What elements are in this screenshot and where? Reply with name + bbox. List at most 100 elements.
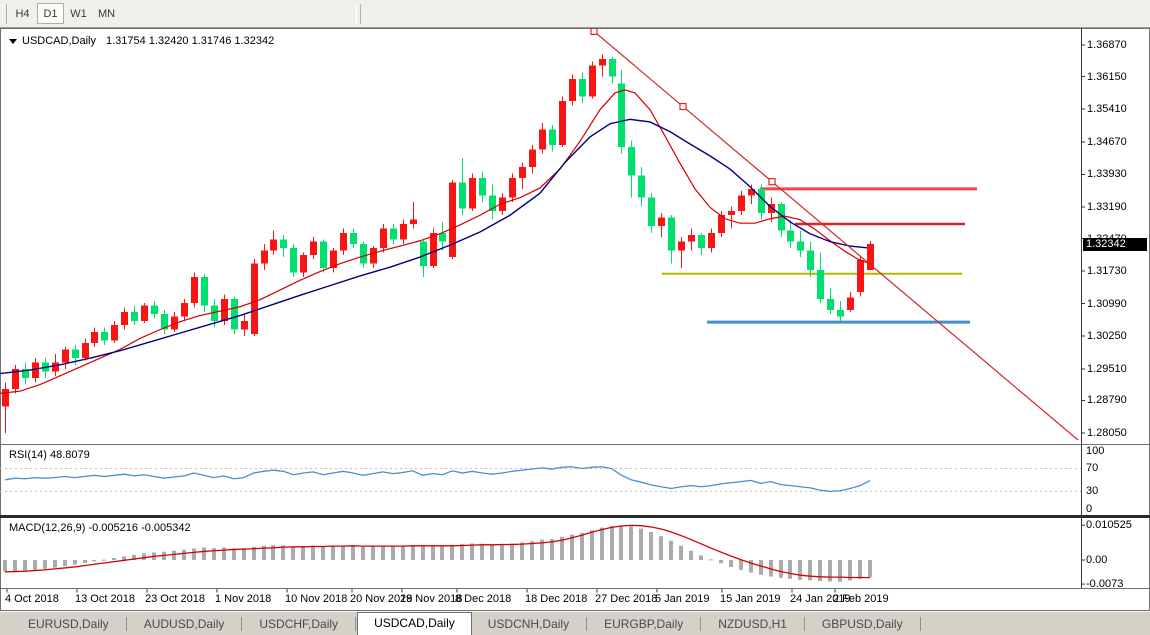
macd-histogram-bar [828,560,832,581]
macd-histogram-bar [102,560,106,561]
macd-histogram-bar [43,560,47,569]
rsi-axis-label: 30 [1086,486,1098,497]
macd-histogram-bar [500,544,504,560]
candle-bearish [280,239,287,248]
candle-bearish [350,233,357,244]
macd-histogram-bar [510,544,514,561]
horizontal-line-objects [662,189,977,322]
candle-bullish [519,167,526,178]
macd-histogram-bar [122,556,126,560]
macd-histogram-bar [182,550,186,560]
tab-usdchf-daily[interactable]: USDCHF,Daily [243,615,354,635]
macd-histogram-bar [719,560,723,563]
candle-bullish [400,224,407,239]
macd-histogram-bar [361,547,365,560]
descending-trendline[interactable] [590,28,1078,440]
macd-histogram-bar [580,533,584,560]
macd-panel-divider[interactable] [0,515,1150,518]
candle-bearish [459,182,466,208]
rsi-axis-label: 70 [1086,463,1098,474]
candle-bearish [787,231,794,242]
macd-histogram-bar [759,560,763,575]
candle-bearish [579,79,586,97]
macd-histogram-bar [391,546,395,560]
candle-bullish [847,298,854,310]
tab-audusd-daily[interactable]: AUDUSD,Daily [128,615,241,635]
tab-separator [241,617,242,631]
macd-histogram-bar [311,545,315,560]
candle-bearish [698,235,705,248]
macd-histogram-bar [232,548,236,560]
macd-histogram-bar [520,543,524,560]
macd-histogram-bar [242,548,246,560]
date-axis-label: 27 Dec 2018 [595,594,657,605]
tab-eurgbp-daily[interactable]: EURGBP,Daily [588,615,699,635]
timeframe-button-h4[interactable]: H4 [9,3,36,24]
macd-histogram-bar [401,546,405,560]
candle-bullish [728,211,735,215]
candle-bearish [420,242,427,266]
candle-bullish [32,363,39,378]
macd-histogram-bar [331,546,335,560]
macd-histogram-bar [341,545,345,560]
price-axis-label: 1.30250 [1087,331,1127,342]
candle-bullish [62,349,69,362]
macd-histogram-bar [321,546,325,560]
tab-nzdusd-h1[interactable]: NZDUSD,H1 [702,615,803,635]
price-axis-label: 1.36870 [1087,40,1127,51]
tab-usdcad-daily[interactable]: USDCAD,Daily [357,612,472,635]
candle-bearish [638,176,645,198]
symbol-dropdown-icon[interactable] [9,39,17,44]
macd-histogram-bar [73,560,77,565]
macd-histogram-bar [83,560,87,563]
price-axis-label: 1.30990 [1087,299,1127,310]
candle-bullish [410,220,417,224]
price-axis-label: 1.33190 [1087,202,1127,213]
macd-histogram-bar [619,525,623,560]
macd-histogram-bar [301,546,305,560]
macd-histogram-bar [53,560,57,568]
chart-ohlc-values: 1.31754 1.32420 1.31746 1.32342 [106,35,274,47]
chart-symbol-label: USDCAD,Daily [22,35,96,47]
macd-histogram-bar [450,545,454,560]
price-axis-label: 1.28050 [1087,428,1127,439]
timeframe-button-w1[interactable]: W1 [65,3,92,24]
trendline-handle[interactable] [680,104,686,110]
current-price-badge: 1.32342 [1083,238,1147,251]
tab-usdcnh-daily[interactable]: USDCNH,Daily [472,615,585,635]
tab-eurusd-daily[interactable]: EURUSD,Daily [12,615,125,635]
macd-histogram-bar [112,558,116,560]
candle-bearish [618,83,625,147]
toolbar-grip[interactable] [2,4,7,24]
macd-axis-label: -0.0073 [1086,579,1123,590]
tab-separator [920,617,921,631]
trendline-handle[interactable] [769,179,775,185]
date-axis-label: 29 Nov 2018 [400,594,462,605]
macd-histogram-bar [669,541,673,560]
candle-bullish [370,248,377,263]
macd-histogram-bar [689,551,693,560]
macd-panel [3,525,1085,584]
macd-histogram-bar [291,546,295,560]
tab-gbpusd-daily[interactable]: GBPUSD,Daily [806,615,919,635]
candle-bullish [599,59,606,66]
timeframe-button-mn[interactable]: MN [93,3,120,24]
trendline-object[interactable] [590,28,1078,440]
candle-bullish [430,233,437,266]
chart-title: USDCAD,Daily 1.31754 1.32420 1.31746 1.32… [9,35,274,48]
candle-bearish [72,349,79,358]
macd-axis-label: 0.010525 [1086,520,1132,531]
price-axis-label: 1.34670 [1087,137,1127,148]
macd-histogram-bar [729,560,733,567]
panel-frame [0,28,1150,593]
price-axis-label: 1.33930 [1087,169,1127,180]
candle-bearish [290,248,297,272]
trendline-handle[interactable] [591,28,597,34]
candle-bullish [111,325,118,340]
candle-bullish [589,66,596,97]
candle-bearish [827,299,834,310]
candle-bullish [82,343,89,358]
macd-histogram-bar [659,536,663,560]
candle-bullish [91,332,98,343]
timeframe-button-d1[interactable]: D1 [37,3,64,24]
